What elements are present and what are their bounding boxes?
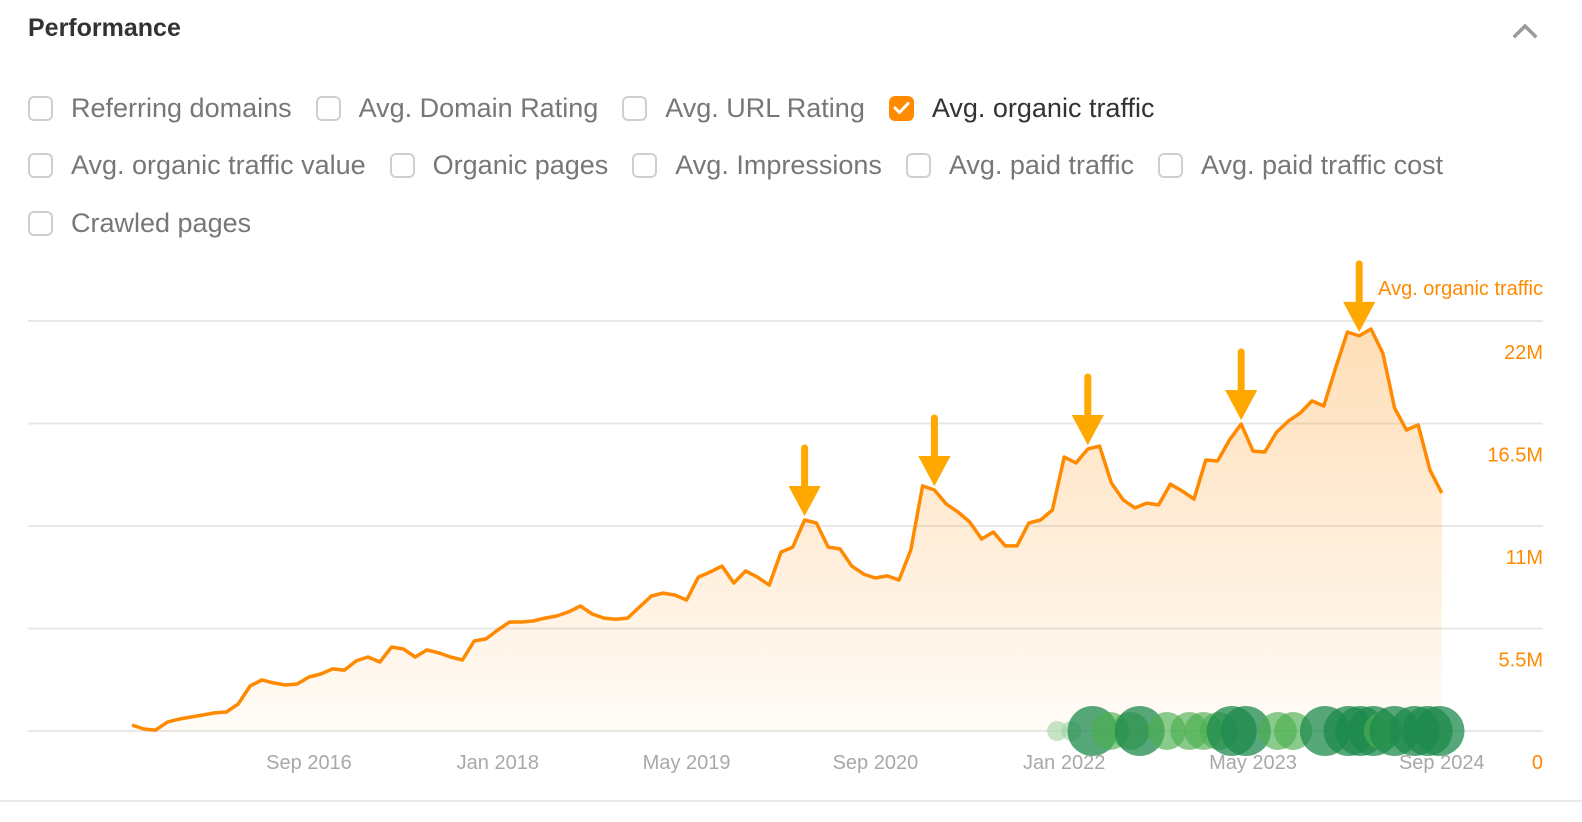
x-tick-label: May 2019 (643, 752, 731, 774)
annotation-arrow-icon (1071, 373, 1104, 446)
panel-bottom-divider (0, 800, 1582, 802)
x-tick-label: Sep 2024 (1399, 752, 1485, 774)
x-tick-label: May 2023 (1209, 752, 1297, 774)
x-tick-label: Jan 2018 (457, 752, 539, 774)
traffic-chart: Sep 2016 Jan 2018 May 2019 Sep 2020 Jan 2022… (28, 260, 1543, 774)
annotation-arrow-icon (788, 444, 821, 517)
x-tick-label: Sep 2016 (266, 752, 352, 774)
annotation-arrow-icon (1225, 348, 1258, 421)
y-tick-label: 11M (1506, 547, 1543, 569)
x-tick-label: Sep 2020 (833, 752, 919, 774)
x-tick-label: Jan 2022 (1023, 752, 1105, 774)
event-bubble[interactable] (1414, 706, 1465, 756)
y-tick-label: 5.5M (1499, 650, 1543, 672)
y-tick-label: 16.5M (1487, 445, 1543, 467)
y-tick-label: 22M (1504, 342, 1543, 364)
annotation-arrow-icon (918, 414, 951, 487)
series-label: Avg. organic traffic (1378, 278, 1543, 300)
y-tick-label: 0 (1532, 752, 1543, 774)
